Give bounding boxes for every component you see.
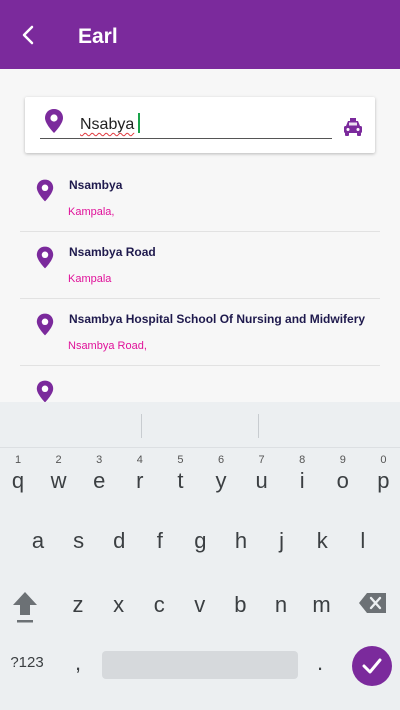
key-a[interactable]: a	[22, 528, 54, 554]
key-label: p	[377, 468, 390, 493]
key-l[interactable]: l	[347, 528, 379, 554]
key-s[interactable]: s	[63, 528, 95, 554]
taxi-icon[interactable]	[343, 117, 363, 137]
result-subtitle: Nsambya Road,	[68, 340, 147, 352]
main-content: Nsabya Nsambya Kampala, Nsambya Road Kam…	[0, 69, 400, 402]
key-c[interactable]: c	[143, 592, 175, 618]
key-j[interactable]: j	[266, 528, 298, 554]
shift-icon[interactable]	[10, 589, 40, 625]
location-pin-icon	[36, 313, 54, 336]
key-n[interactable]: n	[265, 592, 297, 618]
location-pin-icon	[36, 246, 54, 269]
symbols-key[interactable]: ?123	[5, 654, 49, 671]
result-item[interactable]: Nsambya Road Kampala	[20, 232, 380, 299]
key-i[interactable]: 8i	[286, 454, 318, 494]
key-hint: 6	[217, 454, 225, 466]
key-g[interactable]: g	[184, 528, 216, 554]
result-item[interactable]: Nsambya Hospital School Of Nursing and M…	[20, 299, 380, 366]
location-pin-icon	[45, 109, 63, 133]
search-card: Nsabya	[25, 97, 375, 153]
search-input[interactable]: Nsabya	[40, 107, 332, 139]
key-hint: 1	[14, 454, 22, 466]
key-label: y	[215, 468, 227, 493]
search-input-value[interactable]: Nsabya	[80, 113, 141, 134]
key-y[interactable]: 6y	[205, 454, 237, 494]
key-hint: 9	[339, 454, 346, 466]
key-hint: 8	[299, 454, 306, 466]
key-r[interactable]: 4r	[124, 454, 156, 494]
result-item-partial[interactable]	[20, 366, 380, 402]
key-m[interactable]: m	[306, 592, 338, 618]
key-label: w	[50, 468, 67, 493]
suggestion-bar	[0, 402, 400, 448]
key-x[interactable]: x	[103, 592, 135, 618]
result-subtitle: Kampala	[68, 273, 112, 285]
results-list: Nsambya Kampala, Nsambya Road Kampala Ns…	[20, 165, 380, 402]
key-hint: 2	[55, 454, 62, 466]
key-label: o	[336, 468, 349, 493]
result-title: Nsambya Hospital School Of Nursing and M…	[69, 312, 366, 326]
key-h[interactable]: h	[225, 528, 257, 554]
key-hint: 5	[177, 454, 184, 466]
suggestion-divider	[258, 414, 259, 438]
soft-keyboard: ?123 , . 1q2w3e4r5t6y7u8i9o0pasdfghjklzx…	[0, 402, 400, 710]
enter-key[interactable]	[352, 646, 392, 686]
suggestion-divider	[141, 414, 142, 438]
key-e[interactable]: 3e	[83, 454, 115, 494]
key-v[interactable]: v	[184, 592, 216, 618]
key-hint: 4	[136, 454, 143, 466]
key-u[interactable]: 7u	[246, 454, 278, 494]
result-subtitle: Kampala,	[68, 206, 115, 218]
page-title: Earl	[78, 25, 118, 48]
key-hint: 0	[380, 454, 387, 466]
key-w[interactable]: 2w	[43, 454, 75, 494]
key-hint: 3	[96, 454, 103, 466]
back-arrow-icon[interactable]	[16, 22, 42, 48]
result-item[interactable]: Nsambya Kampala,	[20, 165, 380, 232]
space-key[interactable]	[102, 651, 298, 679]
key-label: i	[299, 468, 305, 493]
key-label: u	[255, 468, 268, 493]
comma-key[interactable]: ,	[68, 650, 88, 676]
key-b[interactable]: b	[224, 592, 256, 618]
period-key[interactable]: .	[310, 650, 330, 676]
key-label: t	[177, 468, 184, 493]
key-label: r	[136, 468, 144, 493]
app-bar: Earl	[0, 0, 400, 69]
key-f[interactable]: f	[144, 528, 176, 554]
key-p[interactable]: 0p	[367, 454, 399, 494]
key-label: q	[11, 468, 25, 493]
checkmark-icon	[362, 658, 382, 674]
key-o[interactable]: 9o	[327, 454, 359, 494]
key-d[interactable]: d	[103, 528, 135, 554]
result-title: Nsambya	[69, 178, 123, 192]
location-pin-icon	[36, 380, 54, 402]
backspace-icon[interactable]	[358, 591, 388, 615]
key-k[interactable]: k	[306, 528, 338, 554]
result-title: Nsambya Road	[69, 245, 156, 259]
text-cursor	[138, 113, 141, 133]
key-z[interactable]: z	[62, 592, 94, 618]
key-hint: 7	[258, 454, 265, 466]
key-label: e	[93, 468, 106, 493]
key-q[interactable]: 1q	[2, 454, 34, 494]
location-pin-icon	[36, 179, 54, 202]
key-t[interactable]: 5t	[164, 454, 196, 494]
